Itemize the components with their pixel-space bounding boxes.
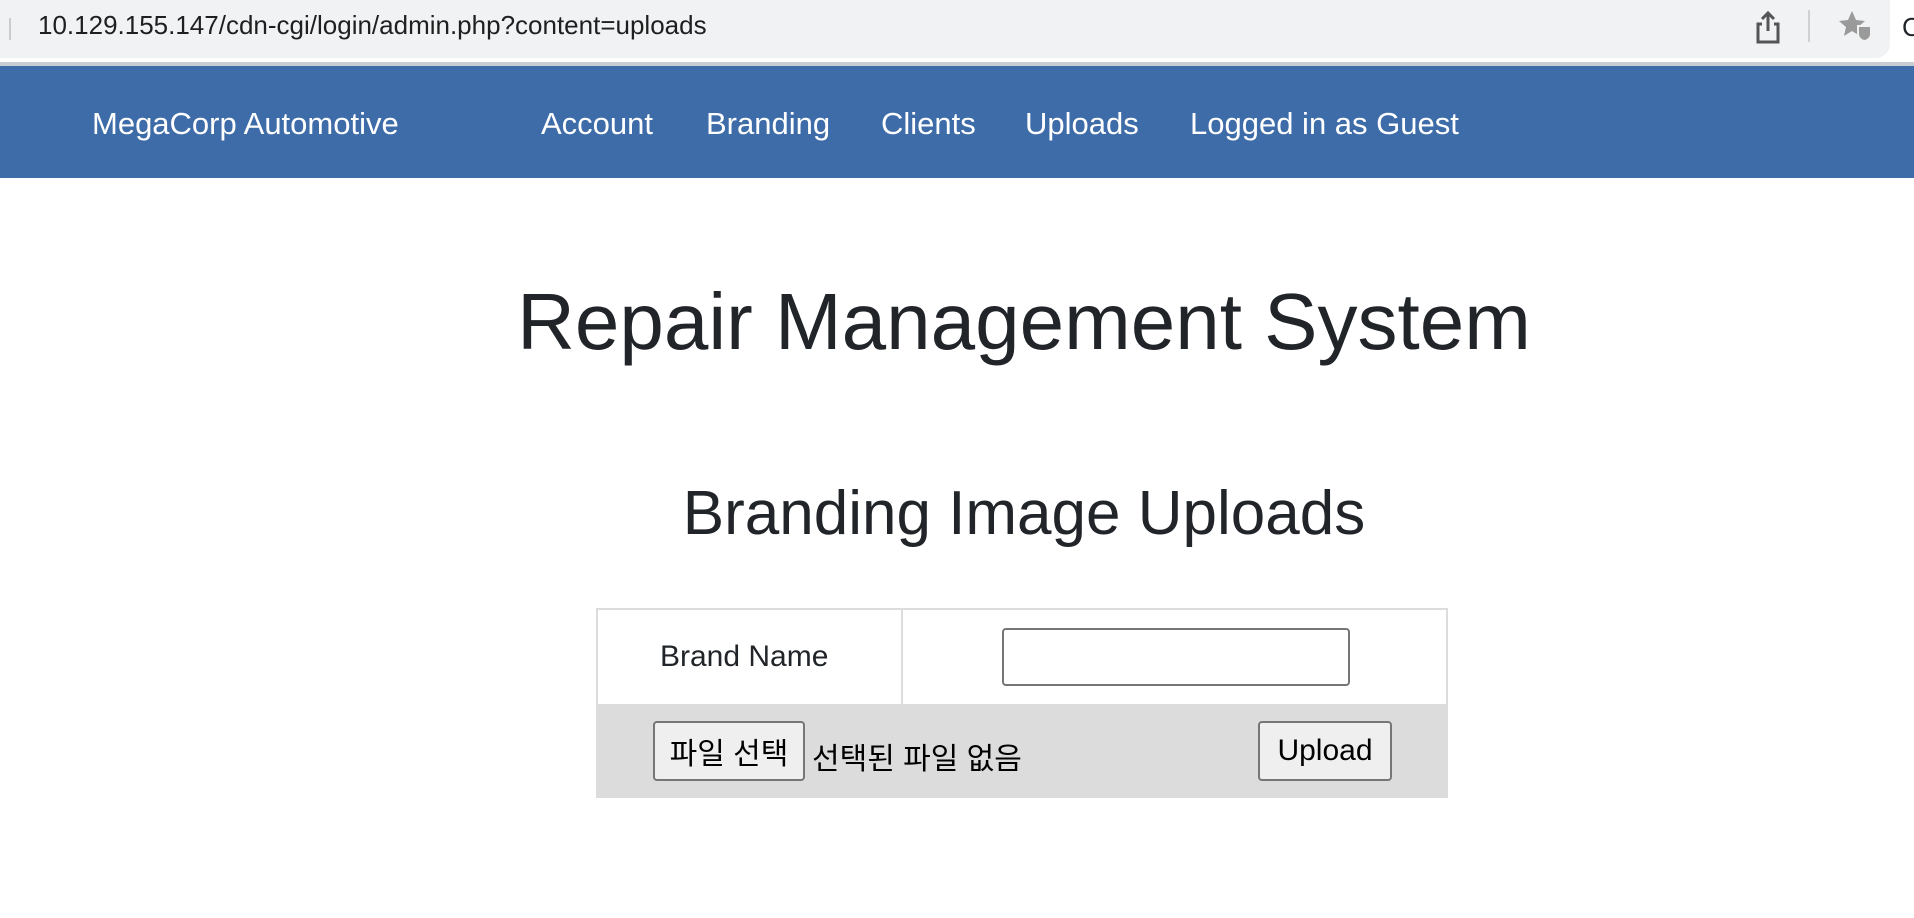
file-status: 선택된 파일 없음 xyxy=(812,743,1022,776)
divider xyxy=(9,18,11,40)
brand-name-label: Brand Name xyxy=(660,640,829,673)
url-text[interactable]: 10.129.155.147/cdn-cgi/login/admin.php?c… xyxy=(38,10,707,41)
brand-link[interactable]: MegaCorp Automotive xyxy=(92,106,399,142)
nav-uploads[interactable]: Uploads xyxy=(1025,106,1139,142)
page-title: Repair Management System xyxy=(517,277,1531,366)
nav-logged-in-user[interactable]: Logged in as Guest xyxy=(1190,106,1459,142)
divider xyxy=(901,610,903,704)
favorites-star-icon[interactable] xyxy=(1838,8,1874,49)
address-bar[interactable]: 10.129.155.147/cdn-cgi/login/admin.php?c… xyxy=(0,0,1890,58)
nav-branding[interactable]: Branding xyxy=(706,106,830,142)
section-title: Branding Image Uploads xyxy=(682,479,1366,548)
navbar: MegaCorp Automotive Account Branding Cli… xyxy=(0,66,1914,178)
browser-toolbar: 10.129.155.147/cdn-cgi/login/admin.php?c… xyxy=(0,0,1914,64)
divider xyxy=(1808,10,1810,42)
nav-account[interactable]: Account xyxy=(541,106,653,142)
file-upload-row: 파일 선택 선택된 파일 없음 Upload xyxy=(598,704,1446,798)
share-icon[interactable] xyxy=(1753,10,1783,51)
brand-name-input[interactable] xyxy=(1002,628,1350,686)
cropped-text: C xyxy=(1902,12,1914,42)
upload-button[interactable]: Upload xyxy=(1258,721,1392,781)
choose-file-button[interactable]: 파일 선택 xyxy=(653,721,805,781)
brand-name-row: Brand Name xyxy=(598,610,1446,704)
nav-clients[interactable]: Clients xyxy=(881,106,976,142)
upload-form-table: Brand Name 파일 선택 선택된 파일 없음 Upload xyxy=(596,608,1448,798)
